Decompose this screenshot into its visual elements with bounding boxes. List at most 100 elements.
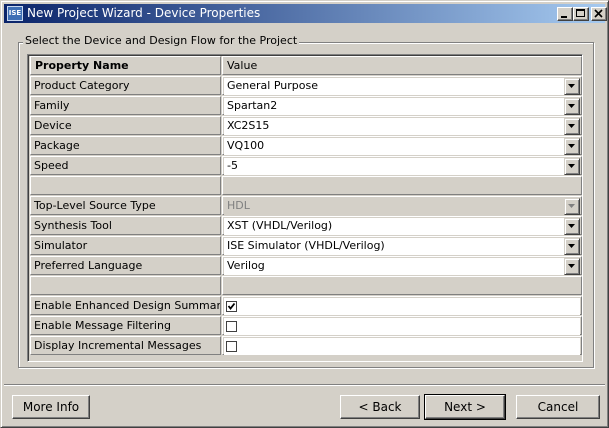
dropdown-arrow-button[interactable]: [564, 138, 580, 155]
property-value-dropdown[interactable]: ISE Simulator (VHDL/Verilog): [224, 238, 580, 255]
title-bar[interactable]: ISE New Project Wizard - Device Properti…: [4, 4, 607, 23]
checkbox-cell: [224, 338, 580, 355]
property-value-cell: XC2S15: [222, 116, 582, 135]
dropdown-selected-value: XST (VHDL/Verilog): [227, 219, 333, 232]
more-info-label: More Info: [22, 400, 80, 414]
dropdown-arrow-button[interactable]: [564, 158, 580, 175]
chevron-down-icon: [568, 164, 575, 168]
property-value-cell: [222, 296, 582, 315]
property-value-dropdown[interactable]: Spartan2: [224, 98, 580, 115]
window-title: New Project Wizard - Device Properties: [27, 6, 261, 20]
property-row: Top-Level Source Type HDL: [30, 196, 582, 216]
chevron-down-icon: [568, 144, 575, 148]
dropdown-selected-value: XC2S15: [227, 119, 270, 132]
property-value-cell: -5: [222, 156, 582, 175]
chevron-down-icon: [568, 84, 575, 88]
more-info-button[interactable]: More Info: [12, 395, 90, 419]
property-value-dropdown[interactable]: -5: [224, 158, 580, 175]
property-value-cell: [222, 336, 582, 355]
checkmark-icon: [227, 302, 236, 310]
grid-spacer-row: [30, 176, 582, 196]
property-value-cell: HDL: [222, 196, 582, 215]
dropdown-arrow-button[interactable]: [564, 238, 580, 255]
property-value-cell: [222, 316, 582, 335]
maximize-icon: [576, 9, 585, 17]
property-name: Package: [30, 136, 221, 155]
dropdown-arrow-button[interactable]: [564, 118, 580, 135]
property-name: Simulator: [30, 236, 221, 255]
property-checkbox[interactable]: [226, 321, 237, 332]
dropdown-selected-value: Verilog: [227, 259, 265, 272]
button-separator: [4, 384, 605, 386]
next-label: Next >: [444, 400, 486, 414]
dropdown-selected-value: Spartan2: [227, 99, 278, 112]
property-value-dropdown[interactable]: General Purpose: [224, 78, 580, 95]
dropdown-arrow-button: [564, 198, 580, 215]
minimize-icon: [561, 16, 567, 18]
property-row: Family Spartan2: [30, 96, 582, 116]
property-row: Enable Message Filtering: [30, 316, 582, 336]
property-row: Product Category General Purpose: [30, 76, 582, 96]
grid-spacer-row: [30, 276, 582, 296]
property-name: Enable Message Filtering: [30, 316, 221, 335]
property-name: Speed: [30, 156, 221, 175]
property-grid: Property Name Value Product Category Gene…: [27, 54, 583, 362]
dropdown-selected-value: HDL: [227, 199, 250, 212]
property-name: Product Category: [30, 76, 221, 95]
close-button[interactable]: [591, 7, 607, 21]
property-value-dropdown[interactable]: Verilog: [224, 258, 580, 275]
dropdown-selected-value: VQ100: [227, 139, 265, 152]
dropdown-arrow-button[interactable]: [564, 98, 580, 115]
property-value-cell: XST (VHDL/Verilog): [222, 216, 582, 235]
property-row: Display Incremental Messages: [30, 336, 582, 356]
property-value-cell: Spartan2: [222, 96, 582, 115]
header-property-name: Property Name: [30, 56, 221, 75]
checkbox-cell: [224, 318, 580, 335]
grid-header-row: Property Name Value: [30, 56, 582, 76]
cancel-button[interactable]: Cancel: [516, 395, 600, 419]
property-row: Package VQ100: [30, 136, 582, 156]
minimize-button[interactable]: [557, 7, 573, 21]
dropdown-selected-value: ISE Simulator (VHDL/Verilog): [227, 239, 385, 252]
property-row: Enable Enhanced Design Summary: [30, 296, 582, 316]
property-name: Display Incremental Messages: [30, 336, 221, 355]
checkbox-cell: [224, 298, 580, 315]
property-name: Preferred Language: [30, 256, 221, 275]
property-value-cell: VQ100: [222, 136, 582, 155]
property-name: [30, 176, 221, 195]
next-button[interactable]: Next >: [424, 394, 506, 420]
chevron-down-icon: [568, 104, 575, 108]
maximize-button[interactable]: [573, 7, 589, 21]
property-value-cell: [222, 276, 582, 295]
property-name: Enable Enhanced Design Summary: [30, 296, 221, 315]
property-row: Preferred Language Verilog: [30, 256, 582, 276]
back-button[interactable]: < Back: [340, 395, 420, 419]
property-name: Synthesis Tool: [30, 216, 221, 235]
property-value-dropdown[interactable]: XST (VHDL/Verilog): [224, 218, 580, 235]
header-value: Value: [222, 56, 582, 75]
chevron-down-icon: [568, 124, 575, 128]
dropdown-arrow-button[interactable]: [564, 258, 580, 275]
property-row: Device XC2S15: [30, 116, 582, 136]
property-value-dropdown: HDL: [224, 198, 580, 215]
property-checkbox[interactable]: [226, 341, 237, 352]
dropdown-arrow-button[interactable]: [564, 218, 580, 235]
property-checkbox[interactable]: [226, 301, 237, 312]
property-value-dropdown[interactable]: VQ100: [224, 138, 580, 155]
cancel-label: Cancel: [537, 400, 579, 414]
property-row: Speed -5: [30, 156, 582, 176]
chevron-down-icon: [568, 204, 575, 208]
back-label: < Back: [358, 400, 402, 414]
chevron-down-icon: [568, 244, 575, 248]
group-label: Select the Device and Design Flow for th…: [23, 34, 300, 47]
close-icon: [594, 9, 603, 18]
dropdown-selected-value: -5: [227, 159, 238, 172]
property-value-cell: [222, 176, 582, 195]
property-name: Family: [30, 96, 221, 115]
dropdown-selected-value: General Purpose: [227, 79, 318, 92]
dropdown-arrow-button[interactable]: [564, 78, 580, 95]
wizard-window: ISE New Project Wizard - Device Properti…: [0, 0, 609, 428]
property-value-dropdown[interactable]: XC2S15: [224, 118, 580, 135]
property-value-cell: Verilog: [222, 256, 582, 275]
chevron-down-icon: [568, 264, 575, 268]
